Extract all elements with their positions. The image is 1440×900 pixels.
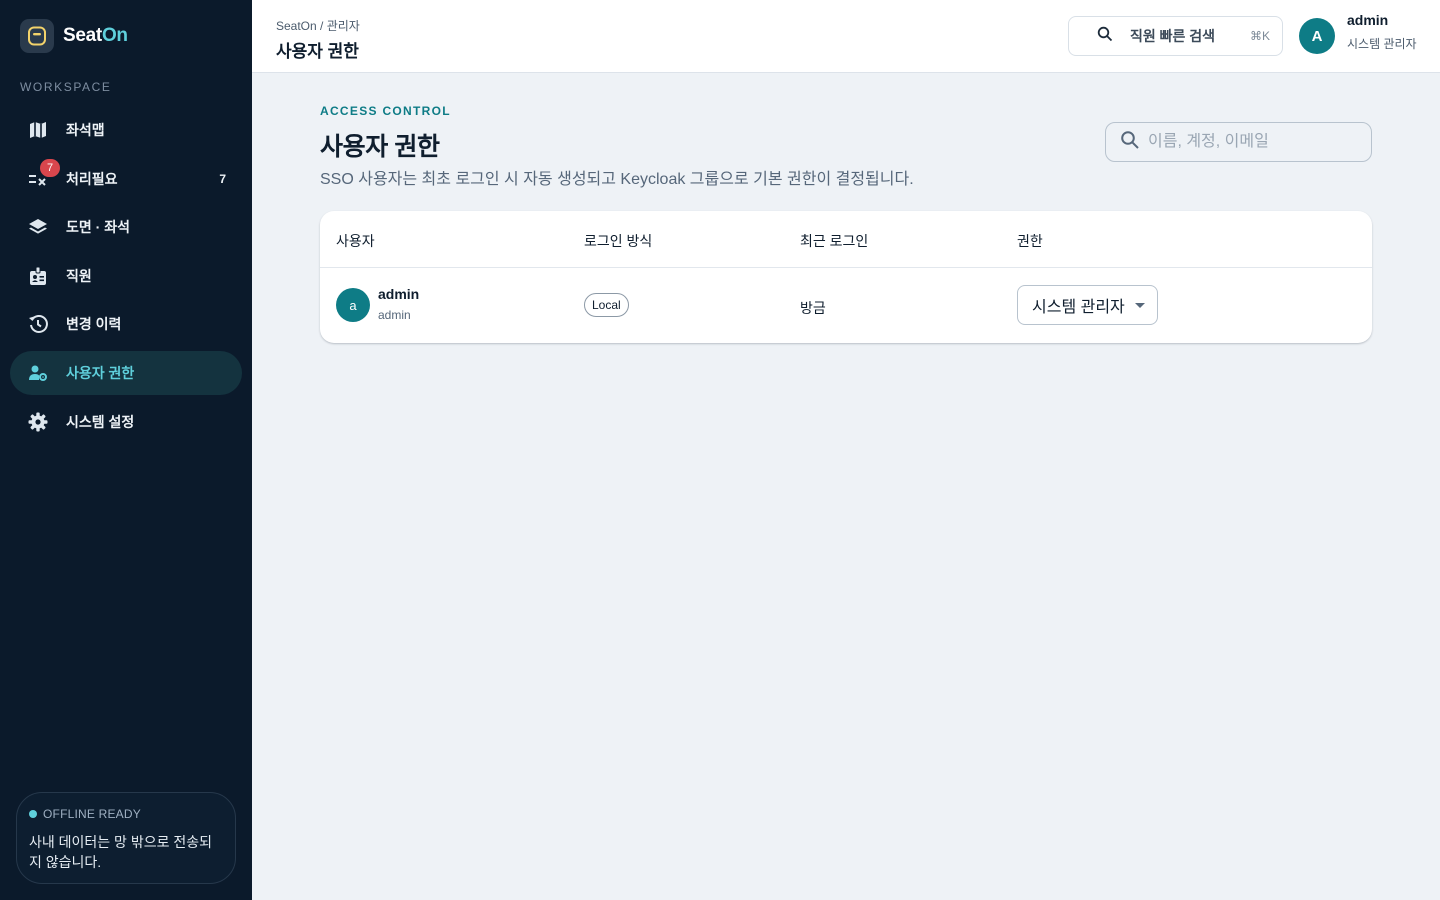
sidebar-item-label: 도면 · 좌석: [66, 219, 130, 236]
top-header: SeatOn / 관리자 사용자 권한 직원 빠른 검색 ⌘K A admin …: [252, 0, 1440, 73]
avatar: A: [1299, 18, 1335, 54]
sidebar-item-floorplan-seats[interactable]: 도면 · 좌석: [10, 205, 242, 249]
sidebar-item-label: 시스템 설정: [66, 413, 135, 430]
user-name: admin: [378, 286, 420, 302]
sidebar-item-label: 처리필요: [66, 170, 118, 187]
sidebar-item-pending[interactable]: 7 처리필요 7: [10, 157, 242, 201]
sidebar: SeatOn WORKSPACE 좌석맵 7 처리필요 7 도면 · 좌석 직원…: [0, 0, 252, 900]
status-dot-icon: [29, 810, 37, 818]
sidebar-item-employees[interactable]: 직원: [10, 254, 242, 298]
column-header-user: 사용자: [336, 233, 375, 249]
gear-icon: [27, 411, 49, 433]
offline-ready-text: 사내 데이터는 망 밖으로 전송되지 않습니다.: [29, 834, 212, 870]
brand-name: SeatOn: [63, 25, 128, 46]
workspace-label: WORKSPACE: [20, 80, 112, 94]
user-table: 사용자 로그인 방식 최근 로그인 권한 a admin admin Local…: [320, 211, 1372, 343]
offline-ready-card: OFFLINE READY 사내 데이터는 망 밖으로 전송되지 않습니다.: [16, 792, 236, 884]
avatar: a: [336, 288, 370, 322]
main-title: 사용자 권한: [320, 133, 440, 161]
page-title: 사용자 권한: [276, 42, 359, 61]
role-select-value: 시스템 관리자: [1032, 299, 1125, 316]
id-badge-icon: [27, 265, 49, 287]
sidebar-item-label: 변경 이력: [66, 316, 122, 333]
search-icon: [1120, 130, 1140, 155]
column-header-last-login: 최근 로그인: [800, 233, 869, 249]
quick-search-label: 직원 빠른 검색: [1130, 28, 1216, 44]
column-header-login-method: 로그인 방식: [584, 233, 653, 249]
column-header-role: 권한: [1017, 233, 1043, 249]
quick-search-button[interactable]: 직원 빠른 검색 ⌘K: [1068, 16, 1283, 56]
user-filter-field[interactable]: [1105, 122, 1372, 162]
breadcrumb: SeatOn / 관리자: [276, 19, 360, 33]
user-filter-input[interactable]: [1148, 133, 1348, 151]
seaton-logo-icon: [20, 19, 54, 53]
offline-ready-title: OFFLINE READY: [43, 807, 141, 821]
sidebar-item-user-permissions[interactable]: 사용자 권한: [10, 350, 242, 395]
sidebar-item-change-history[interactable]: 변경 이력: [10, 302, 242, 346]
search-icon: [1097, 26, 1113, 47]
offline-ready-header: OFFLINE READY: [29, 807, 223, 821]
caret-down-icon: [1135, 303, 1145, 308]
user-name: admin: [1347, 11, 1389, 28]
table-header: 사용자 로그인 방식 최근 로그인 권한: [320, 211, 1372, 268]
user-menu[interactable]: A admin 시스템 관리자: [1299, 12, 1417, 54]
pending-badge: 7: [40, 158, 60, 177]
section-eyebrow: ACCESS CONTROL: [320, 104, 451, 118]
user-account: admin: [378, 308, 411, 322]
sidebar-item-label: 직원: [66, 267, 92, 284]
pending-count: 7: [219, 171, 226, 186]
history-icon: [27, 313, 49, 335]
login-method-chip: Local: [584, 293, 629, 317]
sidebar-item-seat-map[interactable]: 좌석맵: [10, 108, 242, 152]
user-info: admin 시스템 관리자: [1347, 12, 1417, 52]
sidebar-item-system-settings[interactable]: 시스템 설정: [10, 400, 242, 444]
role-select[interactable]: 시스템 관리자: [1017, 285, 1158, 325]
main-subtitle: SSO 사용자는 최초 로그인 시 자동 생성되고 Keycloak 그룹으로 …: [320, 171, 914, 188]
sidebar-item-label: 좌석맵: [66, 122, 105, 138]
brand[interactable]: SeatOn: [20, 19, 128, 53]
keyboard-shortcut: ⌘K: [1249, 29, 1270, 43]
sidebar-nav: 좌석맵 7 처리필요 7 도면 · 좌석 직원 변경 이력 사용자 권한 시스템…: [10, 108, 242, 448]
user-role: 시스템 관리자: [1347, 36, 1417, 51]
user-gear-icon: [27, 362, 49, 384]
sidebar-item-label: 사용자 권한: [66, 364, 135, 381]
last-login: 방금: [800, 300, 826, 316]
table-row: a admin admin Local 방금 시스템 관리자: [320, 268, 1372, 343]
layers-icon: [27, 216, 49, 238]
map-icon: [27, 119, 49, 141]
